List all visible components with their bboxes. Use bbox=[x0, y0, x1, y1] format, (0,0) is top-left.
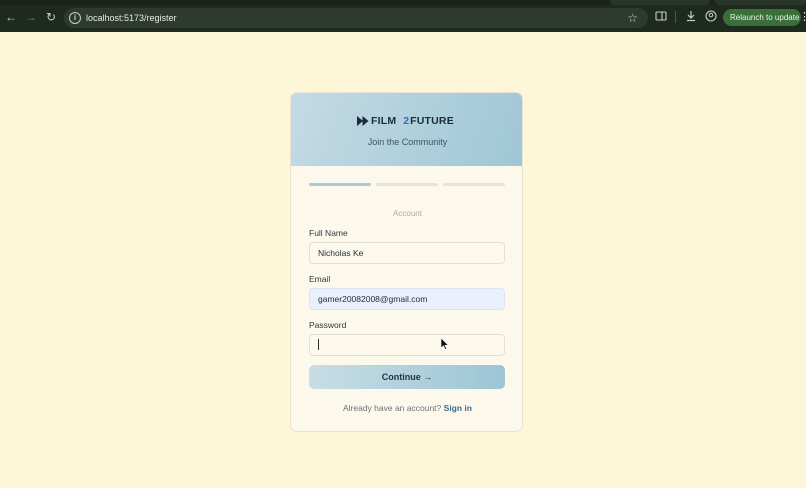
brand-logo: FILM 2 FUTURE bbox=[357, 114, 454, 128]
signin-prompt: Already have an account? bbox=[342, 403, 442, 413]
progress-step-1-active bbox=[309, 183, 371, 186]
full-name-input[interactable] bbox=[309, 242, 505, 264]
progress-step-2 bbox=[376, 183, 438, 186]
reload-button[interactable]: ↻ bbox=[44, 10, 58, 24]
download-icon bbox=[687, 11, 695, 22]
reading-mode-icon bbox=[655, 11, 667, 21]
arrow-left-icon: ← bbox=[5, 10, 17, 24]
url-text[interactable]: localhost:5173/register bbox=[86, 12, 177, 24]
brand-word-film: FILM bbox=[371, 115, 397, 127]
reading-mode-button[interactable] bbox=[654, 10, 668, 24]
signin-link[interactable]: Sign in bbox=[444, 403, 472, 413]
relaunch-button[interactable]: Relaunch to update bbox=[723, 9, 801, 26]
email-input[interactable] bbox=[309, 288, 505, 310]
browser-tab[interactable] bbox=[610, 0, 710, 5]
address-bar[interactable]: i localhost:5173/register ☆ bbox=[64, 8, 648, 28]
card-header: FILM 2 FUTURE Join the Community bbox=[291, 93, 522, 166]
profile-button[interactable] bbox=[704, 10, 718, 24]
continue-button[interactable]: Continue → bbox=[309, 365, 505, 389]
relaunch-label: Relaunch to update bbox=[730, 13, 800, 22]
brand-number: 2 bbox=[403, 115, 410, 127]
info-icon[interactable]: i bbox=[69, 12, 81, 24]
full-name-label: Full Name bbox=[309, 228, 348, 238]
profile-icon bbox=[705, 10, 717, 22]
browser-toolbar: ← → ↻ i localhost:5173/register ☆ Relaun… bbox=[0, 0, 806, 32]
password-input[interactable] bbox=[309, 334, 505, 356]
progress-step-3 bbox=[443, 183, 505, 186]
text-caret bbox=[318, 339, 319, 350]
star-icon[interactable]: ☆ bbox=[627, 10, 638, 26]
arrow-right-icon: → bbox=[25, 10, 37, 24]
signin-row: Already have an account? Sign in bbox=[291, 403, 522, 413]
brand-word-future: FUTURE bbox=[410, 115, 454, 127]
reload-icon: ↻ bbox=[45, 10, 57, 24]
kebab-icon[interactable]: ⋮ bbox=[799, 10, 806, 24]
download-button[interactable] bbox=[684, 10, 698, 24]
tab-strip bbox=[0, 0, 806, 5]
register-card: FILM 2 FUTURE Join the Community Account… bbox=[290, 92, 523, 432]
back-button[interactable]: ← bbox=[4, 10, 18, 24]
step-label: Account bbox=[393, 209, 422, 218]
browser-tab[interactable] bbox=[715, 0, 806, 5]
mouse-cursor-icon bbox=[441, 338, 449, 350]
fast-forward-icon bbox=[357, 116, 369, 126]
tagline: Join the Community bbox=[367, 137, 448, 147]
password-label: Password bbox=[309, 320, 347, 330]
email-label: Email bbox=[309, 274, 331, 284]
forward-button[interactable]: → bbox=[24, 10, 38, 24]
toolbar-separator bbox=[675, 11, 676, 23]
